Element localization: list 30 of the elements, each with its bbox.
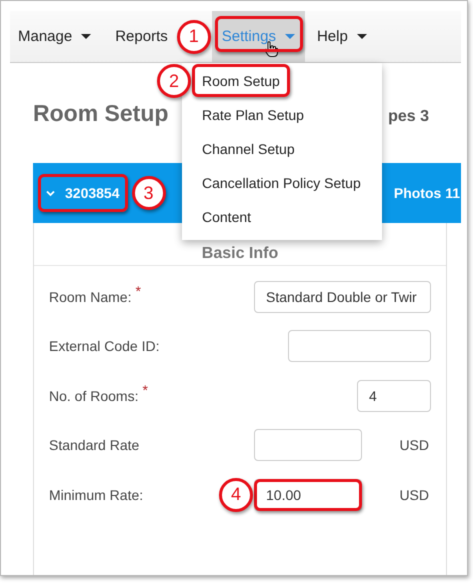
- callout-number: 4: [219, 478, 253, 512]
- input-field[interactable]: 10.00: [254, 478, 362, 511]
- currency-label: USD: [398, 437, 430, 454]
- required-mark: *: [135, 282, 141, 299]
- callout-number: 3: [132, 176, 166, 210]
- input-field[interactable]: 4: [357, 380, 431, 412]
- input-field[interactable]: Standard Double or Twir: [254, 280, 431, 313]
- callout-number: 1: [176, 20, 211, 54]
- field-label: External Code ID:: [49, 338, 160, 354]
- room-types-count: pes 3: [388, 108, 429, 126]
- chevron-down-icon: [46, 190, 55, 196]
- nav-menu-item[interactable]: Help: [310, 11, 373, 62]
- input-field[interactable]: [254, 429, 362, 462]
- required-mark: *: [142, 382, 148, 398]
- field-label: Room Name:: [49, 288, 132, 305]
- dropdown-menu-item[interactable]: Rate Plan Setup: [192, 98, 314, 132]
- section-title: Basic Info: [202, 245, 278, 263]
- callout-number: 2: [157, 64, 191, 98]
- dropdown-menu-item[interactable]: Channel Setup: [192, 132, 305, 166]
- page-title: Room Setup: [33, 100, 168, 126]
- dropdown-menu-item[interactable]: Content: [192, 200, 262, 234]
- field-label: No. of Rooms:: [49, 388, 138, 404]
- nav-menu-item[interactable]: Reports: [109, 11, 174, 62]
- dropdown-menu-item[interactable]: Cancellation Policy Setup: [192, 166, 371, 200]
- input-field[interactable]: [288, 330, 431, 362]
- nav-menu-item[interactable]: Manage: [12, 11, 98, 62]
- dropdown-menu-item[interactable]: Room Setup: [192, 64, 290, 98]
- field-label: Minimum Rate:: [49, 486, 144, 503]
- currency-label: USD: [398, 486, 430, 503]
- field-label: Standard Rate: [49, 437, 140, 454]
